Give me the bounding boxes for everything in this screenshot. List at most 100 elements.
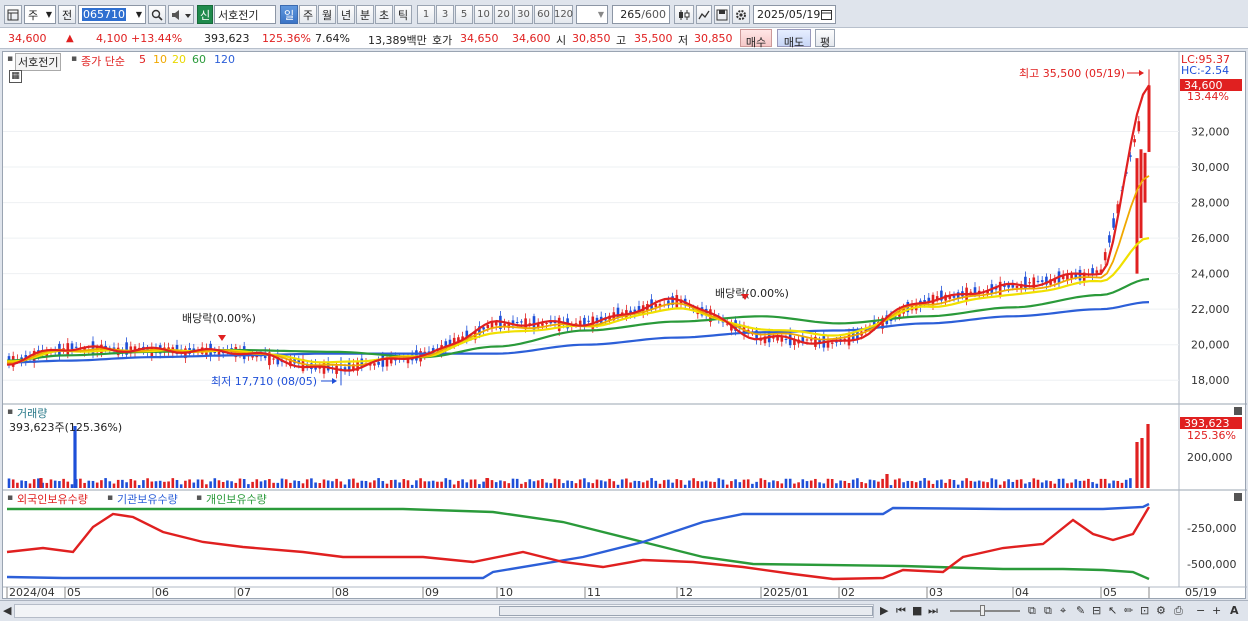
volume-bar — [1024, 483, 1027, 488]
foreign-holding-label[interactable]: 외국인보유수량 — [17, 491, 88, 507]
buy-button[interactable]: 매수 — [740, 29, 772, 49]
screenshot-icon[interactable]: ⊡ — [1140, 604, 1149, 617]
window-icon[interactable]: ⧉ — [1028, 604, 1036, 618]
volume-bar — [738, 482, 742, 488]
tab-tick[interactable]: 틱 — [394, 5, 412, 24]
x-tick-label: 02 — [841, 586, 855, 599]
ma-5-label[interactable]: 5 — [139, 53, 146, 66]
interval-10[interactable]: 10 — [474, 5, 493, 24]
settings-icon[interactable]: ⚙ — [1156, 604, 1166, 617]
volume-bar — [809, 480, 813, 488]
data-count-field[interactable]: 265/600 — [612, 5, 670, 24]
ma-10-label[interactable]: 10 — [153, 53, 167, 66]
volume-bar — [247, 484, 250, 488]
volume-bar — [1066, 483, 1069, 488]
institution-holding-label[interactable]: 기관보유수량 — [117, 491, 178, 507]
speaker-icon[interactable] — [168, 5, 194, 24]
tab-year[interactable]: 년 — [337, 5, 355, 24]
volume-value-label: 393,623주(125.36%) — [9, 421, 123, 434]
gear-icon[interactable] — [732, 5, 750, 24]
scroll-thumb[interactable] — [499, 606, 873, 616]
volume-bar — [889, 485, 893, 488]
volume-bar — [898, 478, 901, 488]
individual-holding-label[interactable]: 개인보유수량 — [206, 491, 267, 507]
interval-30[interactable]: 30 — [514, 5, 533, 24]
interval-5[interactable]: 5 — [455, 5, 473, 24]
ruler-icon[interactable]: ⊟ — [1092, 604, 1101, 617]
search-icon[interactable] — [148, 5, 166, 24]
copy-icon[interactable]: ⧉ — [1044, 604, 1052, 618]
last-icon[interactable]: ⏭ — [928, 604, 938, 618]
horizontal-scrollbar[interactable] — [14, 604, 874, 618]
volume-bar — [272, 482, 275, 488]
crosshair-icon[interactable]: ⌖ — [1060, 604, 1066, 618]
tab-month-label: 월 — [321, 8, 333, 22]
dropdown-arrow-icon: ▼ — [45, 10, 52, 19]
close-icon[interactable] — [1234, 493, 1242, 501]
interval-dropdown[interactable]: ▼ — [576, 5, 608, 24]
candle-body — [213, 352, 217, 354]
pointer-icon[interactable]: ↖ — [1108, 604, 1117, 617]
volume-bar — [230, 481, 233, 488]
stock-code-input[interactable]: 065710 ▼ — [78, 5, 146, 24]
chart-area[interactable]: 32,000 30,000 28,000 26,000 24,000 22,000 20,0… — [2, 51, 1247, 599]
date-field[interactable]: 2025/05/19 — [753, 5, 836, 24]
market-type-select[interactable]: 주 ▼ — [24, 5, 56, 24]
volume-bar — [129, 478, 133, 488]
calculator-icon[interactable]: ▦ — [9, 70, 22, 83]
ma-60-label[interactable]: 60 — [192, 53, 206, 66]
ask-price: 34,650 — [460, 32, 499, 45]
prev-button-label: 전 — [61, 8, 73, 22]
calendar-icon[interactable] — [821, 9, 832, 20]
interval-20[interactable]: 20 — [494, 5, 513, 24]
volume-bar — [654, 480, 658, 488]
tab-week[interactable]: 주 — [299, 5, 317, 24]
interval-3[interactable]: 3 — [436, 5, 454, 24]
scroll-right-icon[interactable]: ▶ — [880, 604, 888, 617]
zoom-in-icon[interactable]: + — [1212, 604, 1221, 617]
volume-bar — [217, 480, 221, 488]
volume-bar — [1045, 480, 1048, 488]
first-icon[interactable]: ⏮ — [896, 604, 906, 618]
draw-icon[interactable]: ✎ — [1076, 604, 1085, 617]
volume-bar — [629, 482, 632, 488]
interval-1[interactable]: 1 — [417, 5, 435, 24]
tab-second[interactable]: 초 — [375, 5, 393, 24]
save-icon[interactable] — [714, 5, 730, 24]
layout-icon[interactable] — [4, 5, 22, 24]
print-icon[interactable]: ⎙ — [1174, 604, 1183, 618]
ma-120-label[interactable]: 120 — [214, 53, 235, 66]
font-size-icon[interactable]: A — [1230, 604, 1239, 617]
stock-tag[interactable]: 서호전기 — [15, 53, 62, 71]
volume-bar — [503, 481, 506, 488]
prev-button[interactable]: 전 — [58, 5, 76, 24]
ma-title[interactable]: 종가 단순 — [81, 53, 125, 69]
pen-icon[interactable]: ✏ — [1124, 604, 1133, 617]
code-dropdown-icon[interactable]: ▼ — [136, 10, 142, 19]
zoom-slider[interactable] — [950, 610, 1020, 612]
volume-bar — [847, 483, 851, 488]
tab-minute[interactable]: 분 — [356, 5, 374, 24]
avg-button[interactable]: 평 — [815, 29, 835, 49]
volume-bar — [709, 481, 712, 488]
interval-60[interactable]: 60 — [534, 5, 553, 24]
volume-bar — [604, 481, 607, 488]
tab-day[interactable]: 일 — [280, 5, 298, 24]
close-icon[interactable] — [1234, 407, 1242, 415]
scroll-left-icon[interactable]: ◀ — [3, 604, 11, 617]
tab-month[interactable]: 월 — [318, 5, 336, 24]
high-price: 35,500 — [634, 32, 673, 45]
x-tick-label: 09 — [425, 586, 439, 599]
volume-bar — [368, 482, 372, 488]
zoom-out-icon[interactable]: − — [1196, 604, 1205, 617]
sell-button[interactable]: 매도 — [777, 29, 811, 49]
indicator-icon[interactable] — [696, 5, 712, 24]
interval-120[interactable]: 120 — [554, 5, 573, 24]
volume-bar — [721, 479, 725, 488]
zoom-slider-handle[interactable] — [980, 605, 985, 616]
ma-20-label[interactable]: 20 — [172, 53, 186, 66]
volume-bar — [633, 480, 637, 488]
candle-type-icon[interactable] — [674, 5, 694, 24]
stop-icon[interactable]: ■ — [912, 604, 922, 617]
volume-bar — [658, 483, 662, 488]
